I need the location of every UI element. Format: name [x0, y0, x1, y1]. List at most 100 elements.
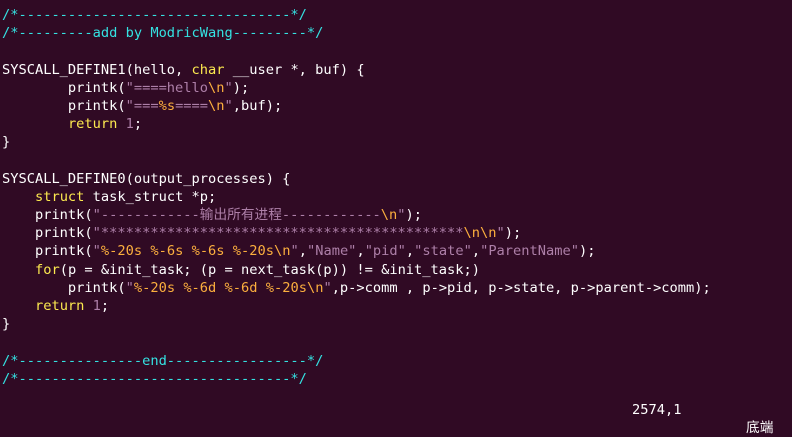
code-line: struct task_struct *p; — [2, 188, 790, 206]
code-token-string: "------------输出所有进程------------ — [92, 207, 381, 224]
code-editor[interactable]: /*---------------------------------*/ /*-… — [2, 6, 790, 388]
code-token-number: 1 — [125, 116, 134, 133]
code-token-plain: , — [356, 243, 365, 260]
code-line: /*---------------end-----------------*/ — [2, 352, 790, 370]
code-token-plain: printk( — [2, 97, 126, 114]
code-token-special: %-6s — [191, 243, 225, 260]
code-line: /*---------add by ModricWang---------*/ — [2, 24, 790, 42]
code-line: SYSCALL_DEFINE0(output_processes) { — [2, 170, 790, 188]
code-token-plain: } — [2, 134, 11, 151]
code-token-string: " — [397, 207, 406, 224]
code-token-type: char — [191, 61, 225, 78]
code-line: printk("********************************… — [2, 224, 790, 242]
code-token-plain: ); — [405, 207, 423, 224]
code-line: /*---------------------------------*/ — [2, 6, 790, 24]
code-token-string: "=== — [125, 97, 159, 114]
code-token-plain: , — [471, 243, 481, 260]
code-token-string: " — [92, 243, 101, 260]
code-token-plain: ,p->comm , p->pid, p->state, p->parent->… — [331, 279, 711, 296]
code-token-string: "====hello — [125, 79, 209, 96]
code-token-special: \n — [208, 97, 225, 114]
code-token-string: "ParentName" — [480, 243, 579, 260]
code-line: return 1; — [2, 297, 790, 315]
code-line: printk("------------输出所有进程------------\n… — [2, 206, 790, 224]
code-token-plain: printk( — [2, 225, 93, 242]
code-token-plain: ; — [133, 116, 143, 133]
code-token-string: "state" — [414, 243, 472, 260]
code-token-special: %-6s — [150, 243, 184, 260]
code-token-plain: printk( — [2, 243, 93, 260]
code-token-plain: ,buf); — [232, 97, 283, 114]
code-line: } — [2, 315, 790, 333]
code-token-keyword: return — [34, 298, 85, 314]
code-line: printk("===%s====\n",buf); — [2, 97, 790, 115]
code-token-string: " — [496, 225, 505, 242]
code-token-plain: __user *, buf) { — [224, 61, 365, 78]
code-token-plain: (p = &init_task; (p = next_task(p)) != &… — [59, 261, 480, 278]
cursor-position: 2574,1 — [632, 402, 682, 418]
code-token-comment: /*---------add by ModricWang---------*/ — [2, 25, 324, 42]
code-token-string: " — [290, 243, 299, 260]
code-line: printk("%-20s %-6s %-6s %-20s\n","Name",… — [2, 242, 790, 260]
code-token-plain: SYSCALL_DEFINE0(output_processes) { — [2, 170, 291, 187]
code-token-number: 1 — [92, 298, 101, 314]
code-token-special: %-20s\n — [265, 279, 324, 296]
code-token-special: \n — [380, 207, 398, 224]
code-line: } — [2, 133, 790, 151]
code-token-plain: ); — [504, 225, 522, 242]
code-token-string — [183, 243, 191, 259]
code-token-comment: /*---------------------------------*/ — [2, 7, 307, 23]
code-token-string: ==== — [175, 97, 209, 114]
code-token-string: " — [224, 79, 233, 96]
terminal-window: { "editor": { "lines": [ [{"t":"comment"… — [0, 0, 792, 436]
code-token-plain: } — [2, 316, 11, 333]
code-token-string: "pid" — [364, 243, 406, 260]
code-token-special: %s — [158, 97, 176, 114]
code-line: for(p = &init_task; (p = next_task(p)) !… — [2, 261, 790, 279]
code-token-plain: SYSCALL_DEFINE1(hello, — [2, 61, 192, 78]
code-token-string: " — [323, 279, 332, 296]
code-token-string — [216, 280, 224, 296]
code-token-special: \n\n — [463, 225, 497, 242]
code-token-string: " — [224, 97, 233, 114]
code-token-string: "Name" — [306, 243, 357, 260]
code-token-plain: task_struct *p; — [84, 188, 217, 205]
code-token-string — [225, 243, 233, 259]
status-bar: 2574,1 底端 — [0, 383, 792, 436]
code-token-keyword: return — [67, 116, 118, 133]
code-token-type: struct — [34, 188, 85, 205]
code-token-special: %-20s\n — [232, 243, 291, 260]
code-line: printk("%-20s %-6d %-6d %-20s\n",p->comm… — [2, 279, 790, 297]
code-token-string: " — [125, 279, 134, 296]
code-token-plain: printk( — [2, 207, 93, 224]
code-token-plain: printk( — [2, 279, 126, 296]
code-line: SYSCALL_DEFINE1(hello, char __user *, bu… — [2, 61, 790, 79]
code-token-comment: /*---------------end-----------------*/ — [2, 352, 324, 369]
code-token-plain: ); — [578, 243, 596, 260]
code-token-special: %-20s — [100, 243, 143, 260]
code-token-plain: ); — [232, 79, 250, 96]
scroll-position: 底端 — [746, 420, 774, 436]
code-line: printk("====hello\n"); — [2, 79, 790, 97]
code-token-keyword: for — [34, 261, 60, 278]
code-token-plain: , — [298, 243, 307, 260]
code-token-special: %-6d — [224, 279, 258, 296]
code-line: return 1; — [2, 115, 790, 133]
code-token-plain: ; — [100, 298, 110, 314]
code-token-string: "***************************************… — [92, 225, 464, 242]
code-token-plain: printk( — [2, 79, 126, 96]
code-token-plain: , — [405, 243, 415, 260]
code-token-special: \n — [208, 79, 225, 96]
code-token-special: %-20s — [133, 279, 176, 296]
code-token-special: %-6d — [183, 279, 217, 296]
code-token-string — [258, 280, 266, 296]
